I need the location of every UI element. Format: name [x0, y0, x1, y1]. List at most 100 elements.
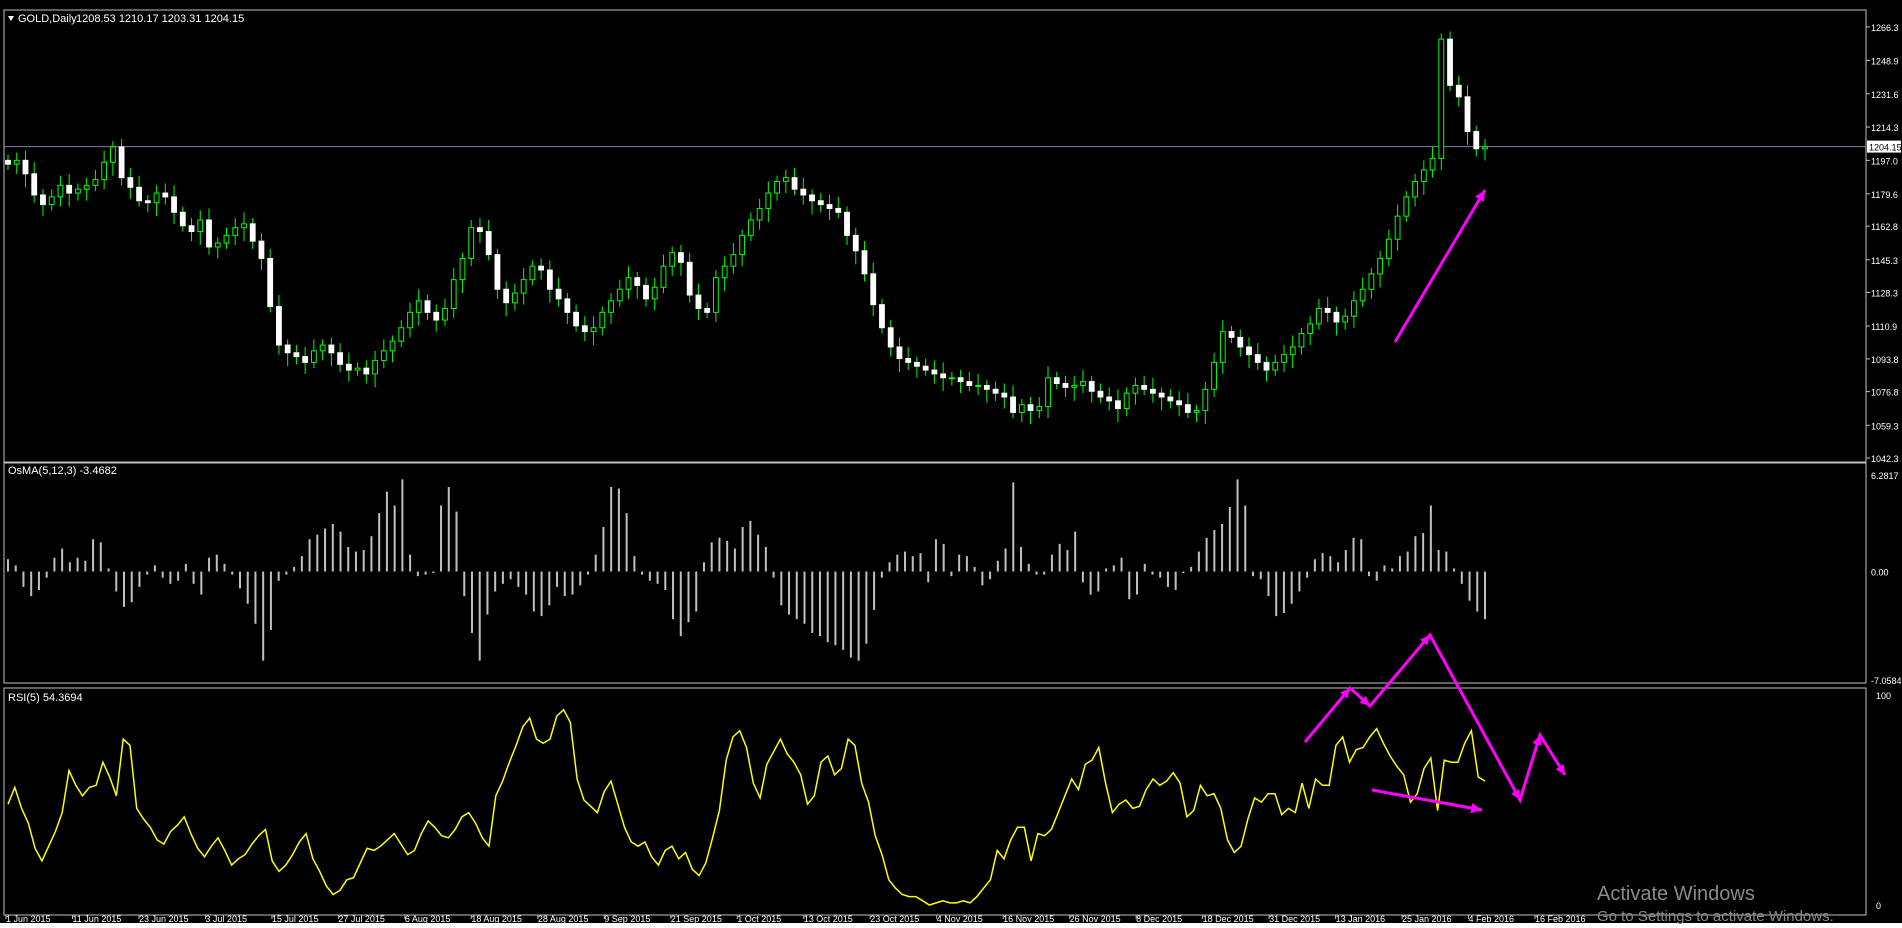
candle-body: [1455, 84, 1462, 98]
candle-body: [1141, 384, 1148, 390]
candle-body: [1385, 238, 1392, 259]
candle-body: [232, 227, 239, 236]
time-tick-label: 21 Sep 2015: [671, 914, 722, 923]
candle-body: [1464, 96, 1471, 132]
time-tick-label: 13 Oct 2015: [804, 914, 853, 923]
rsi-divergence-arrow-head: [1470, 802, 1482, 814]
candle-body: [214, 242, 221, 248]
candle-body: [1281, 354, 1287, 363]
candle-body: [109, 146, 116, 163]
price-tick-label: 1231.6: [1871, 90, 1899, 100]
candle-body: [555, 288, 562, 300]
candle-body: [1228, 331, 1235, 338]
candle-body: [380, 350, 387, 361]
candle-body: [363, 367, 370, 375]
candle-body: [144, 200, 151, 204]
candle-body: [293, 352, 300, 358]
candle-body: [1062, 383, 1069, 388]
candle-body: [267, 257, 274, 308]
candle-body: [1036, 406, 1043, 411]
candle-body: [870, 273, 877, 306]
candle-body: [136, 186, 142, 202]
price-tick-label: 1042.3: [1871, 454, 1899, 464]
candle-body: [354, 367, 361, 371]
candle-body: [546, 269, 553, 290]
activate-windows-subtitle: Go to Settings to activate Windows.: [1597, 908, 1834, 925]
time-tick-label: 18 Aug 2015: [471, 914, 522, 923]
candle-body: [83, 184, 90, 190]
candle-body: [477, 227, 483, 233]
rsi-line: [7, 708, 1486, 906]
activate-windows-title: Activate Windows: [1597, 883, 1755, 905]
candle-body: [75, 188, 81, 194]
candle-body: [861, 250, 868, 275]
candle-body: [241, 223, 247, 229]
rsi-tick-label: 0: [1876, 901, 1881, 911]
candle-body: [5, 159, 11, 165]
candle-body: [1010, 396, 1016, 413]
time-tick-label: 3 Jul 2015: [205, 914, 247, 923]
candle-body: [835, 207, 842, 213]
candle-body: [450, 279, 457, 309]
candle-body: [249, 223, 256, 242]
candle-body: [1307, 323, 1314, 335]
time-tick-label: 15 Jul 2015: [272, 914, 319, 923]
candle-body: [171, 196, 177, 213]
candle-body: [1254, 354, 1261, 363]
candle-body: [389, 340, 396, 352]
time-tick-label: 23 Oct 2015: [870, 914, 919, 923]
collapse-triangle-icon: [8, 16, 14, 21]
candle-body: [660, 265, 667, 288]
candle-body: [223, 234, 230, 244]
candle-body: [1097, 390, 1104, 398]
candle-body: [1088, 381, 1095, 392]
candle-body: [101, 161, 108, 181]
time-tick-label: 4 Nov 2015: [937, 914, 983, 923]
price-tick-label: 1162.8: [1871, 222, 1898, 232]
candle-body: [66, 184, 73, 194]
candle-body: [992, 388, 999, 394]
candle-body: [809, 194, 815, 202]
time-tick-label: 18 Dec 2015: [1203, 914, 1254, 923]
candle-body: [914, 361, 920, 367]
rsi-label: RSI(5) 54.3694: [8, 692, 83, 704]
price-tick-label: 1110.9: [1871, 322, 1897, 332]
time-tick-label: 16 Feb 2016: [1535, 914, 1586, 923]
osma-tick-label: 6.2817: [1871, 471, 1899, 481]
candle-body: [1071, 384, 1078, 388]
candle-body: [782, 177, 789, 183]
price-tick-label: 1214.3: [1871, 123, 1899, 133]
time-tick-label: 1 Oct 2015: [737, 914, 781, 923]
candle-body: [1158, 392, 1165, 398]
candle-body: [337, 352, 344, 365]
value-axis: 1266.3 1248.9 1231.6 1214.3 1197.0 1179.6 1162…: [1866, 23, 1902, 911]
candle-body: [127, 177, 134, 188]
candle-body: [302, 356, 309, 363]
candle-body: [1298, 333, 1305, 348]
candle-body: [92, 179, 99, 186]
candle-body: [678, 252, 684, 263]
time-tick-label: 1 Jun 2015: [6, 914, 51, 923]
candle-body: [424, 300, 431, 313]
candle-body: [1176, 400, 1183, 406]
time-tick-label: 16 Nov 2015: [1003, 914, 1054, 923]
candle-body: [852, 234, 859, 252]
panel-frame-0: [3, 9, 1867, 463]
candle-body: [704, 307, 711, 313]
candle-body: [1342, 315, 1349, 323]
rsi-tick-label: 100: [1876, 691, 1891, 701]
time-tick-label: 23 Jun 2015: [139, 914, 189, 923]
candle-body: [468, 227, 475, 259]
candle-body: [57, 184, 64, 198]
candle-body: [1053, 377, 1060, 385]
candle-body: [1001, 392, 1008, 398]
candle-body: [1193, 409, 1200, 413]
candle-body: [599, 311, 606, 329]
candle-body: [1447, 38, 1453, 86]
candle-body: [398, 327, 405, 342]
candle-body: [1237, 336, 1244, 348]
candle-body: [590, 327, 597, 333]
candle-body: [415, 300, 422, 313]
candle-body: [1184, 404, 1191, 413]
time-tick-label: 31 Dec 2015: [1269, 914, 1320, 923]
